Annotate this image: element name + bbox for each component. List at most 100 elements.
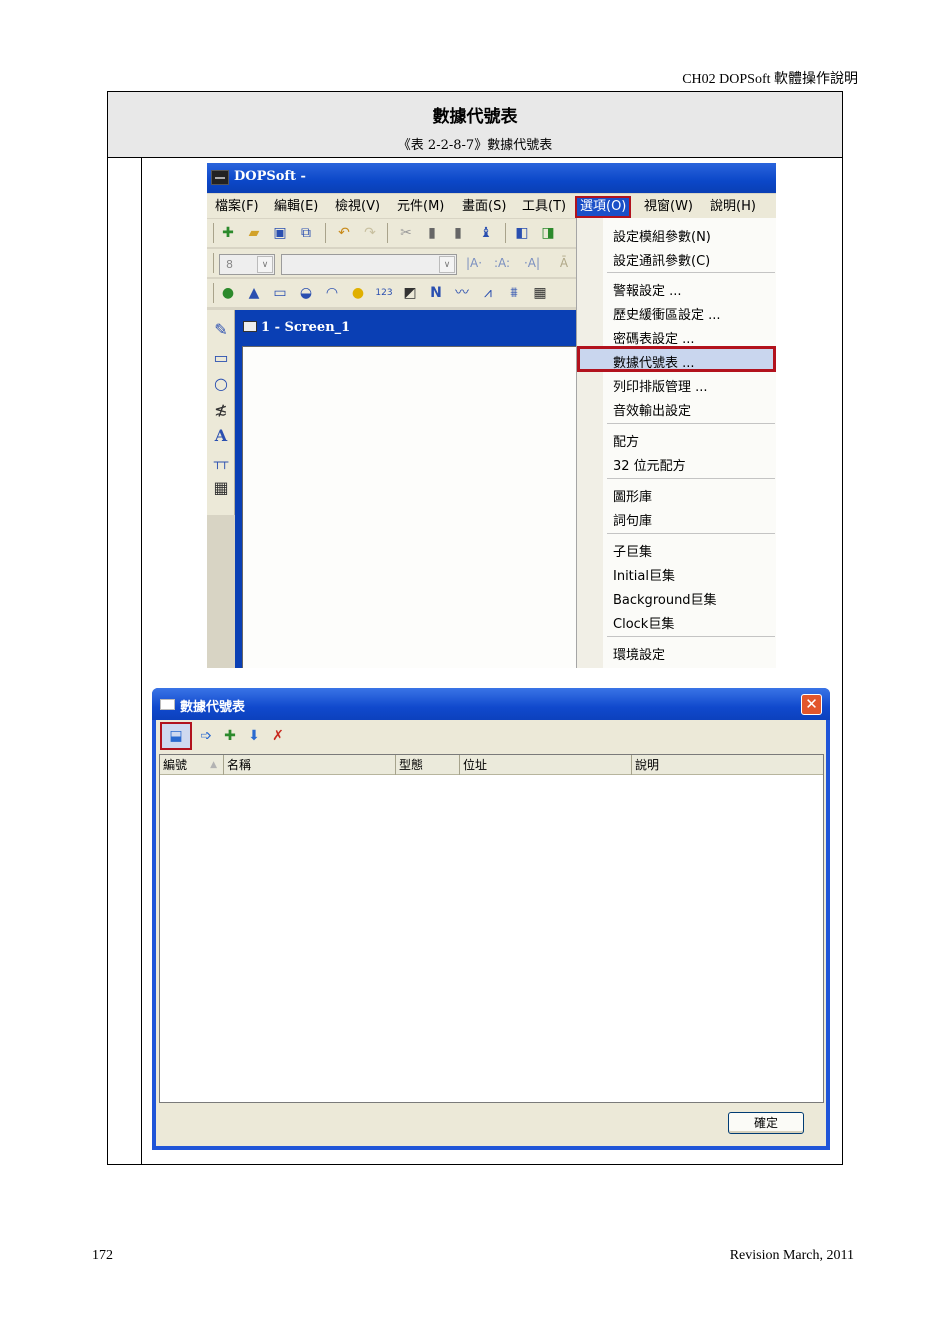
numeric-display-icon[interactable]: N [427, 284, 445, 302]
menu-screen[interactable]: 畫面(S) [459, 198, 509, 216]
screen-window-title-text: 1 - Screen_1 [261, 320, 351, 335]
new-icon[interactable]: ✚ [219, 224, 237, 242]
menu-item-alarm-settings[interactable]: 警報設定 ... [613, 280, 682, 299]
delete-icon[interactable]: ✗ [268, 726, 288, 746]
drawing-toolbar: ✎ ▭ ○ ≴ A ┬┬ ▦ [207, 310, 235, 515]
compile-icon[interactable]: ◧ [513, 224, 531, 242]
menu-item-clock-macro[interactable]: Clock巨集 [613, 613, 674, 632]
find-icon[interactable]: ♝ [477, 224, 495, 242]
menu-item-data-code-table[interactable]: 數據代號表 ... [613, 352, 695, 371]
menu-separator [607, 478, 775, 479]
undo-icon[interactable]: ↶ [335, 224, 353, 242]
text-style-icon[interactable]: Ā [555, 254, 573, 272]
menu-window[interactable]: 視窗(W) [641, 198, 696, 216]
rectangle-icon[interactable]: ▭ [211, 348, 231, 368]
cut-icon[interactable]: ✂ [397, 224, 415, 242]
menu-item-sound-output[interactable]: 音效輸出設定 [613, 400, 691, 419]
copy-icon[interactable]: ▮ [423, 224, 441, 242]
column-header-description[interactable]: 說明 [632, 755, 823, 775]
menu-item-history-buffer[interactable]: 歷史緩衝區設定 ... [613, 304, 721, 323]
menu-view[interactable]: 檢視(V) [332, 198, 383, 216]
menu-separator [607, 636, 775, 637]
align-left-icon[interactable]: |A· [465, 254, 483, 272]
alarm-icon[interactable]: ⩩ [505, 284, 523, 302]
app-title: DOPSoft - [234, 169, 306, 184]
menu-item-comm-params[interactable]: 設定通訊參數(C) [613, 250, 710, 269]
screen-canvas[interactable] [242, 346, 580, 668]
open-folder-icon[interactable]: ▰ [245, 224, 263, 242]
text-icon[interactable]: A [211, 426, 231, 446]
column-header-address[interactable]: 位址 [460, 755, 632, 775]
lamp-icon[interactable]: ▲ [245, 284, 263, 302]
font-size-select[interactable]: 8 ∨ [219, 254, 275, 275]
edit-icon[interactable]: ⬇ [244, 726, 264, 746]
chevron-down-icon: ∨ [257, 256, 273, 273]
menu-item-print-layout[interactable]: 列印排版管理 ... [613, 376, 708, 395]
data-code-grid[interactable]: 編號 ▲ 名稱 型態 位址 說明 [159, 754, 824, 1103]
add-icon[interactable]: ✚ [220, 726, 240, 746]
paste-icon[interactable]: ▮ [449, 224, 467, 242]
standard-toolbar: ✚ ▰ ▣ ⧉ ↶ ↷ ✂ ▮ ▮ ♝ ◧ ◨ [207, 219, 577, 247]
save-as-icon[interactable]: ⧉ [297, 224, 315, 242]
grid-header: 編號 ▲ 名稱 型態 位址 說明 [160, 755, 823, 775]
menu-edit[interactable]: 編輯(E) [271, 198, 321, 216]
polyline-icon[interactable]: ≴ [211, 400, 231, 420]
menu-item-graphics-library[interactable]: 圖形庫 [613, 486, 652, 505]
dopsoft-window: DOPSoft - 檔案(F) 編輯(E) 檢視(V) 元件(M) 畫面(S) … [207, 163, 776, 668]
column-header-number[interactable]: 編號 ▲ [160, 755, 224, 775]
ok-button[interactable]: 確定 [728, 1112, 804, 1134]
menu-item-password-table[interactable]: 密碼表設定 ... [613, 328, 695, 347]
menu-options[interactable]: 選項(O) [574, 196, 632, 218]
numeric-input-icon[interactable]: 123 [375, 284, 393, 302]
menu-item-text-library[interactable]: 詞句庫 [613, 510, 652, 529]
dialog-toolbar: ⬓ ➩ ✚ ⬇ ✗ [156, 720, 826, 754]
column-header-type[interactable]: 型態 [396, 755, 460, 775]
download-icon[interactable]: ◨ [539, 224, 557, 242]
meter-icon[interactable]: ◒ [297, 284, 315, 302]
xy-chart-icon[interactable]: ⩘ [479, 284, 497, 302]
table-icon[interactable]: ▦ [211, 478, 231, 498]
pencil-icon[interactable]: ✎ [211, 320, 231, 340]
display-icon[interactable]: ▭ [271, 284, 289, 302]
revision-note: Revision March, 2011 [729, 1248, 854, 1263]
trend-graph-icon[interactable]: 〰 [453, 284, 471, 302]
menu-help[interactable]: 說明(H) [707, 198, 759, 216]
toolbar-grip [213, 223, 214, 243]
align-center-icon[interactable]: :A: [493, 254, 511, 272]
gauge-icon[interactable]: ◠ [323, 284, 341, 302]
dialog-titlebar: 數據代號表 ✕ [152, 688, 830, 720]
align-right-icon[interactable]: ·A| [523, 254, 541, 272]
menu-item-initial-macro[interactable]: Initial巨集 [613, 565, 675, 584]
table-title: 數據代號表 [432, 107, 518, 127]
menu-item-recipe-32bit[interactable]: 32 位元配方 [613, 455, 686, 474]
menu-separator [607, 423, 775, 424]
element-toolbar: ● ▲ ▭ ◒ ◠ ● 123 ◩ N 〰 ⩘ ⩩ ▦ [207, 279, 577, 307]
menu-element[interactable]: 元件(M) [394, 198, 447, 216]
column-header-name[interactable]: 名稱 [224, 755, 396, 775]
menu-item-module-params[interactable]: 設定模組參數(N) [613, 226, 711, 245]
menu-tools[interactable]: 工具(T) [519, 198, 569, 216]
keypad-icon[interactable]: ▦ [531, 284, 549, 302]
screen-window: 1 - Screen_1 [235, 310, 580, 668]
app-titlebar: DOPSoft - [207, 163, 776, 193]
screen-icon [243, 321, 257, 332]
graphic-icon[interactable]: ◩ [401, 284, 419, 302]
export-icon[interactable]: ➩ [196, 726, 216, 746]
menu-item-sub-macro[interactable]: 子巨集 [613, 541, 652, 560]
close-icon[interactable]: ✕ [801, 694, 822, 715]
menu-item-environment[interactable]: 環境設定 [613, 644, 665, 663]
menu-file[interactable]: 檔案(F) [212, 198, 262, 216]
circle-icon[interactable]: ○ [211, 374, 231, 394]
font-name-select[interactable]: ∨ [281, 254, 457, 275]
import-icon[interactable]: ⬓ [160, 722, 192, 750]
indicator-icon[interactable]: ● [349, 284, 367, 302]
redo-icon[interactable]: ↷ [361, 224, 379, 242]
menu-item-recipe[interactable]: 配方 [613, 431, 639, 450]
chevron-down-icon: ∨ [439, 256, 455, 273]
menu-item-background-macro[interactable]: Background巨集 [613, 589, 717, 608]
table-header: 數據代號表 《表 2-2-8-7》數據代號表 [108, 92, 842, 158]
toolbar-separator [325, 223, 326, 243]
save-icon[interactable]: ▣ [271, 224, 289, 242]
scale-icon[interactable]: ┬┬ [211, 452, 231, 472]
on-button-icon[interactable]: ● [219, 284, 237, 302]
